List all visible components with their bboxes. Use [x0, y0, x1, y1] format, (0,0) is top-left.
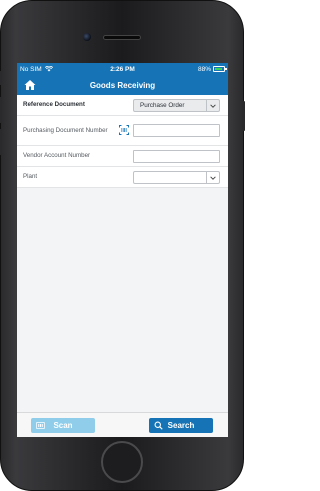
chevron-down-icon — [206, 172, 219, 183]
purchasing-document-row: Purchasing Document Number — [17, 116, 228, 146]
front-camera — [83, 33, 91, 41]
reference-document-label: Reference Document — [23, 101, 85, 109]
chevron-down-icon — [206, 100, 219, 111]
vendor-account-label: Vendor Account Number — [23, 152, 91, 160]
earpiece-speaker — [103, 35, 141, 40]
search-button-label: Search — [167, 421, 195, 430]
page-title: Goods Receiving — [89, 80, 156, 90]
action-footer: Scan Search — [17, 412, 228, 437]
battery-icon — [213, 66, 227, 72]
plant-select[interactable] — [133, 171, 220, 184]
purchasing-document-input[interactable] — [133, 124, 220, 137]
status-time: 2:26 PM — [110, 65, 135, 73]
navigation-bar: Goods Receiving — [17, 75, 228, 95]
search-icon — [154, 421, 163, 430]
reference-document-row: Reference Document Purchase Order — [17, 95, 228, 116]
vendor-account-input[interactable] — [133, 150, 220, 163]
battery-level — [215, 68, 223, 70]
receiving-form: Reference Document Purchase Order Purcha… — [17, 95, 228, 188]
plant-label: Plant — [23, 173, 38, 181]
app-screen: No SIM 2:26 PM 88% Goods Receiving Refer… — [17, 63, 228, 437]
search-button[interactable]: Search — [149, 418, 213, 433]
barcode-scan-icon — [36, 422, 45, 429]
home-button[interactable] — [101, 441, 143, 483]
power-button — [242, 101, 245, 131]
vendor-account-row: Vendor Account Number — [17, 146, 228, 167]
plant-row: Plant — [17, 167, 228, 188]
scan-button[interactable]: Scan — [31, 418, 95, 433]
status-bar: No SIM 2:26 PM 88% — [17, 63, 228, 75]
scan-button-label: Scan — [53, 421, 73, 430]
home-icon[interactable] — [24, 79, 36, 91]
reference-document-select[interactable]: Purchase Order — [133, 99, 220, 112]
mute-switch — [0, 71, 2, 85]
purchasing-document-label: Purchasing Document Number — [23, 126, 108, 134]
volume-down-button — [0, 129, 2, 155]
reference-document-value: Purchase Order — [140, 102, 185, 109]
volume-up-button — [0, 97, 2, 123]
phone-frame: No SIM 2:26 PM 88% Goods Receiving Refer… — [0, 0, 245, 491]
barcode-icon[interactable] — [119, 125, 129, 135]
